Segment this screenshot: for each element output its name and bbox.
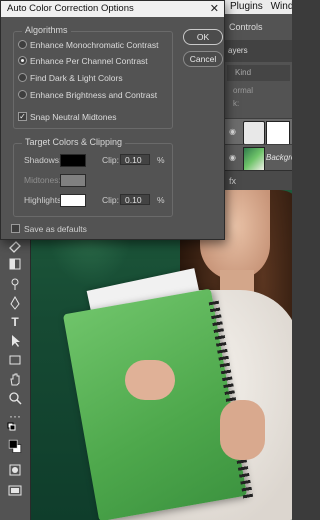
highlights-swatch[interactable] [60, 194, 86, 207]
zoom-icon[interactable] [7, 390, 23, 406]
layer-mask-thumbnail[interactable] [266, 121, 290, 145]
shadows-label: Shadows: [24, 155, 62, 165]
dodge-icon[interactable] [7, 276, 23, 292]
controls-label[interactable]: Controls [229, 22, 263, 32]
option-per-channel-contrast[interactable]: Enhance Per Channel Contrast [30, 56, 148, 66]
layers-tab[interactable]: ayers [225, 40, 292, 62]
menu-bar: Plugins Windo [225, 0, 292, 14]
hand-right [220, 400, 265, 460]
hand-left [125, 360, 175, 400]
adjustment-layer-thumbnail [243, 121, 265, 145]
radio-brightness-contrast[interactable] [18, 90, 27, 99]
save-defaults-checkbox[interactable] [11, 224, 20, 233]
shadows-clip-label: Clip: [102, 155, 120, 165]
layers-panel-footer: fx [225, 170, 292, 190]
target-colors-group: Target Colors & Clipping Shadows: Clip: … [13, 137, 173, 217]
option-monochromatic-contrast[interactable]: Enhance Monochromatic Contrast [30, 40, 159, 50]
midtones-label: Midtones: [24, 175, 61, 185]
highlights-label: Highlights: [24, 195, 64, 205]
pen-icon[interactable] [7, 295, 23, 311]
gradient-icon[interactable] [7, 256, 23, 272]
cancel-button[interactable]: Cancel [183, 51, 223, 67]
midtones-swatch[interactable] [60, 174, 86, 187]
snap-midtones-checkbox[interactable]: ✓ [18, 112, 27, 121]
shadows-clip-input[interactable]: 0.10 [120, 154, 150, 165]
shadows-clip-unit: % [157, 155, 165, 165]
target-colors-title: Target Colors & Clipping [22, 137, 126, 147]
close-icon[interactable]: ✕ [210, 1, 219, 17]
radio-monochromatic-contrast[interactable] [18, 40, 27, 49]
menu-window[interactable]: Windo [271, 1, 292, 12]
menu-plugins[interactable]: Plugins [230, 1, 263, 12]
options-bar: Controls [225, 14, 292, 41]
snap-midtones-label[interactable]: Snap Neutral Midtones [30, 112, 116, 122]
dialog-titlebar[interactable]: Auto Color Correction Options ✕ [1, 1, 224, 17]
algorithms-title: Algorithms [22, 25, 71, 35]
ok-button[interactable]: OK [183, 29, 223, 45]
background-thumbnail [243, 147, 265, 171]
default-colors-icon[interactable] [7, 422, 23, 438]
shadows-swatch[interactable] [60, 154, 86, 167]
background-layer-name: Background [266, 153, 292, 162]
visibility-eye-icon[interactable]: ◉ [229, 127, 239, 137]
lock-label: k: [233, 99, 240, 108]
layers-panel: ayers Kind ormal k: ◉ ◉ Background fx [225, 40, 292, 190]
rectangle-icon[interactable] [7, 352, 23, 368]
color-swatches-icon[interactable] [5, 438, 25, 460]
highlights-clip-label: Clip: [102, 195, 120, 205]
highlights-clip-unit: % [157, 195, 165, 205]
radio-find-dark-light[interactable] [18, 73, 27, 82]
type-icon[interactable]: T [7, 314, 23, 330]
save-defaults-label[interactable]: Save as defaults [24, 224, 87, 234]
radio-per-channel-contrast[interactable] [18, 56, 27, 65]
blend-mode[interactable]: ormal [225, 84, 292, 98]
auto-color-correction-dialog: Auto Color Correction Options ✕ Algorith… [0, 0, 225, 240]
path-selection-icon[interactable] [7, 333, 23, 349]
quick-mask-icon[interactable] [7, 462, 23, 478]
screen-mode-icon[interactable] [7, 482, 23, 498]
fx-icon[interactable]: fx [229, 176, 236, 186]
visibility-eye-icon[interactable]: ◉ [229, 153, 239, 163]
layer-row-adjustment[interactable]: ◉ [225, 118, 292, 145]
option-find-dark-light[interactable]: Find Dark & Light Colors [30, 73, 123, 83]
layer-row-background[interactable]: ◉ Background [225, 144, 292, 171]
algorithms-group: Algorithms Enhance Monochromatic Contras… [13, 25, 173, 129]
option-brightness-contrast[interactable]: Enhance Brightness and Contrast [30, 90, 157, 100]
hand-icon[interactable] [7, 371, 23, 387]
eraser-icon[interactable] [7, 238, 23, 254]
dialog-title: Auto Color Correction Options [7, 3, 134, 14]
layers-search-kind[interactable]: Kind [227, 65, 290, 81]
highlights-clip-input[interactable]: 0.10 [120, 194, 150, 205]
